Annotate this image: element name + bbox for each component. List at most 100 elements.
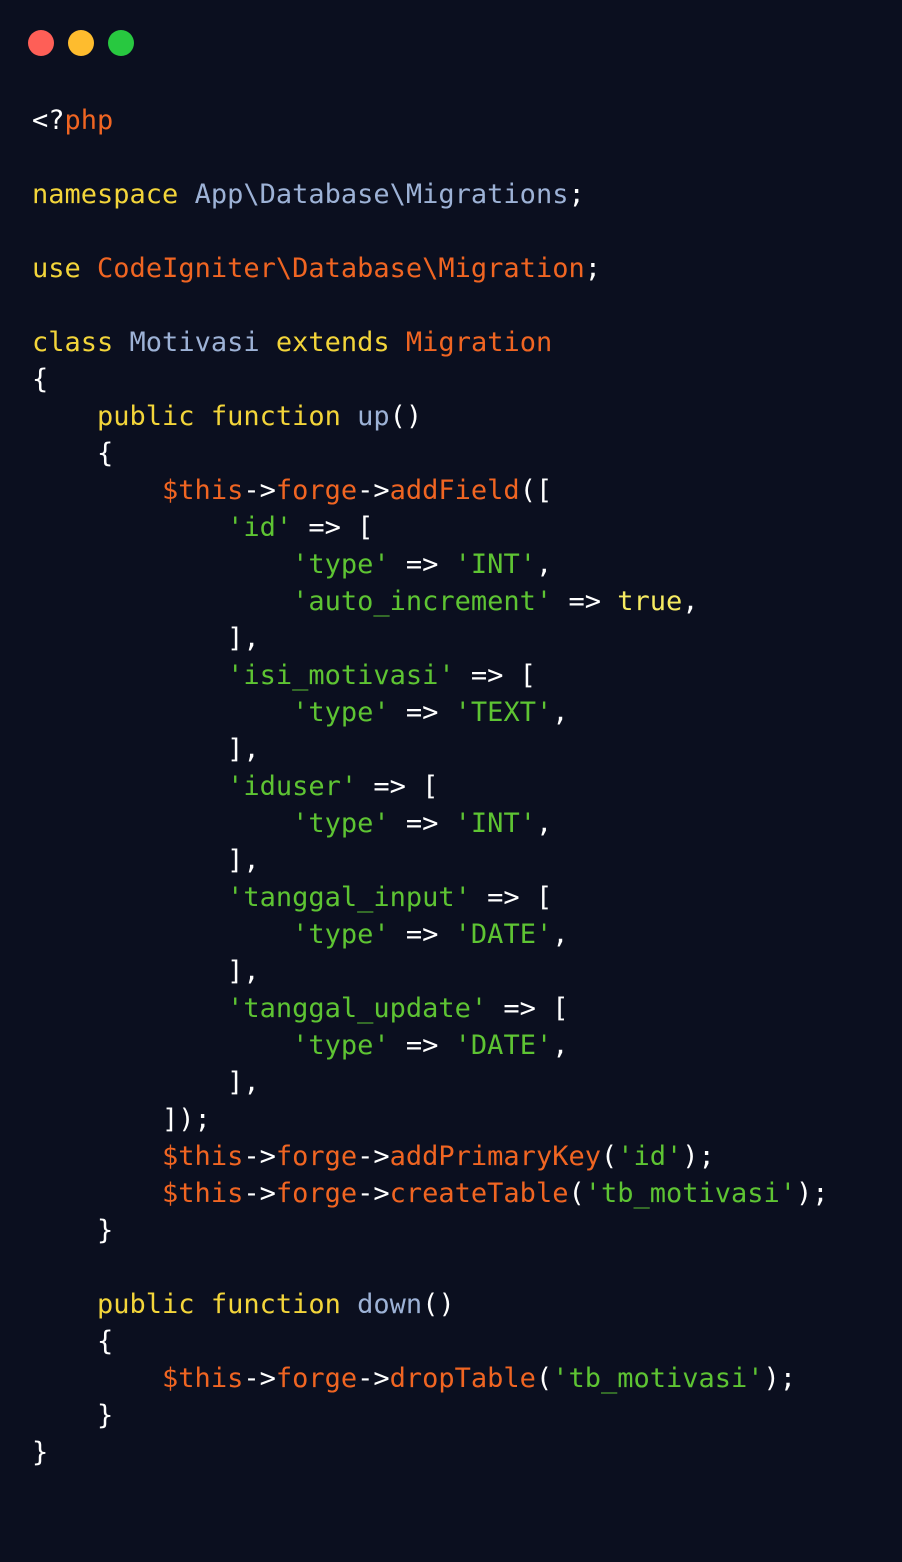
code-token: 'isi_motivasi'	[227, 660, 455, 691]
code-token: function	[210, 401, 341, 432]
code-token: 'tanggal_update'	[227, 993, 488, 1024]
code-token: forge	[275, 1363, 358, 1394]
code-token: ->	[243, 475, 276, 506]
code-token: 'DATE'	[454, 919, 553, 950]
zoom-dot-icon[interactable]	[108, 30, 134, 56]
code-token: {	[32, 364, 49, 395]
code-token: 'tb_motivasi'	[584, 1178, 797, 1209]
code-line: 'type' => 'DATE',	[32, 1027, 829, 1064]
code-token: ->	[243, 1178, 276, 1209]
code-token: );	[796, 1178, 829, 1209]
code-token: => [	[487, 993, 569, 1024]
code-line: class Motivasi extends Migration	[32, 324, 829, 361]
code-token: function	[210, 1289, 341, 1320]
code-token: 'type'	[292, 549, 390, 580]
code-token: <?	[32, 105, 65, 136]
code-line: 'auto_increment' => true,	[32, 583, 829, 620]
code-line: 'type' => 'INT',	[32, 805, 829, 842]
code-token: ,	[552, 1030, 569, 1061]
code-line: ],	[32, 620, 829, 657]
code-token: $this	[162, 475, 244, 506]
code-token: => [	[470, 882, 553, 913]
code-token: 'iduser'	[227, 771, 358, 802]
code-token: CodeIgniter\Database\Migration	[97, 253, 585, 284]
code-window: <?php namespace App\Database\Migrations;…	[0, 0, 902, 1562]
code-token: ->	[357, 1363, 390, 1394]
code-token: $this	[162, 1178, 244, 1209]
code-token: class	[32, 327, 114, 358]
code-token: => [	[292, 512, 374, 543]
code-token: forge	[275, 475, 358, 506]
code-token: ->	[243, 1141, 276, 1172]
code-token: up	[357, 401, 390, 432]
code-token: ->	[357, 1178, 390, 1209]
code-line: ],	[32, 953, 829, 990]
code-line: }	[32, 1434, 829, 1471]
code-token: 'auto_increment'	[292, 586, 553, 617]
code-token: 'type'	[292, 919, 390, 950]
code-token: ]);	[32, 1104, 211, 1135]
code-token: }	[32, 1437, 49, 1468]
code-token: =>	[389, 919, 455, 950]
code-line: 'id' => [	[32, 509, 829, 546]
code-token: public	[97, 1289, 195, 1320]
code-token: 'TEXT'	[454, 697, 553, 728]
code-token: ([	[519, 475, 553, 506]
code-token: Motivasi	[129, 327, 260, 358]
code-line: }	[32, 1397, 829, 1434]
code-token: $this	[162, 1363, 244, 1394]
code-token: 'tb_motivasi'	[552, 1363, 764, 1394]
minimize-dot-icon[interactable]	[68, 30, 94, 56]
code-token: );	[682, 1141, 715, 1172]
code-token: => [	[357, 771, 439, 802]
code-line: {	[32, 1323, 829, 1360]
code-token: down	[357, 1289, 423, 1320]
code-line: 'tanggal_input' => [	[32, 879, 829, 916]
code-block: <?php namespace App\Database\Migrations;…	[32, 102, 829, 1471]
code-token: ;	[568, 179, 585, 210]
code-line: 'type' => 'INT',	[32, 546, 829, 583]
code-token: => [	[454, 660, 536, 691]
code-token: namespace	[32, 179, 179, 210]
code-token: =>	[389, 1030, 455, 1061]
close-dot-icon[interactable]	[28, 30, 54, 56]
code-line: 'tanggal_update' => [	[32, 990, 829, 1027]
code-line: 'isi_motivasi' => [	[32, 657, 829, 694]
code-line: ],	[32, 731, 829, 768]
code-token: 'type'	[292, 697, 390, 728]
code-token: 'type'	[292, 1030, 390, 1061]
code-token: ],	[32, 623, 260, 654]
code-token: {	[32, 438, 114, 469]
code-token: 'tanggal_input'	[227, 882, 471, 913]
code-line: ]);	[32, 1101, 829, 1138]
code-token: addPrimaryKey	[389, 1141, 601, 1172]
code-token: ->	[357, 475, 390, 506]
code-token: ->	[357, 1141, 390, 1172]
code-token: 'INT'	[454, 549, 536, 580]
code-token: ()	[389, 401, 423, 432]
code-token: dropTable	[389, 1363, 536, 1394]
code-line: $this->forge->createTable('tb_motivasi')…	[32, 1175, 829, 1212]
code-token: ],	[32, 1067, 260, 1098]
code-token: forge	[275, 1178, 358, 1209]
code-token: use	[32, 253, 81, 284]
code-token: ()	[422, 1289, 455, 1320]
code-token: ,	[535, 549, 553, 580]
code-line: public function down()	[32, 1286, 829, 1323]
code-token: (	[535, 1363, 553, 1394]
